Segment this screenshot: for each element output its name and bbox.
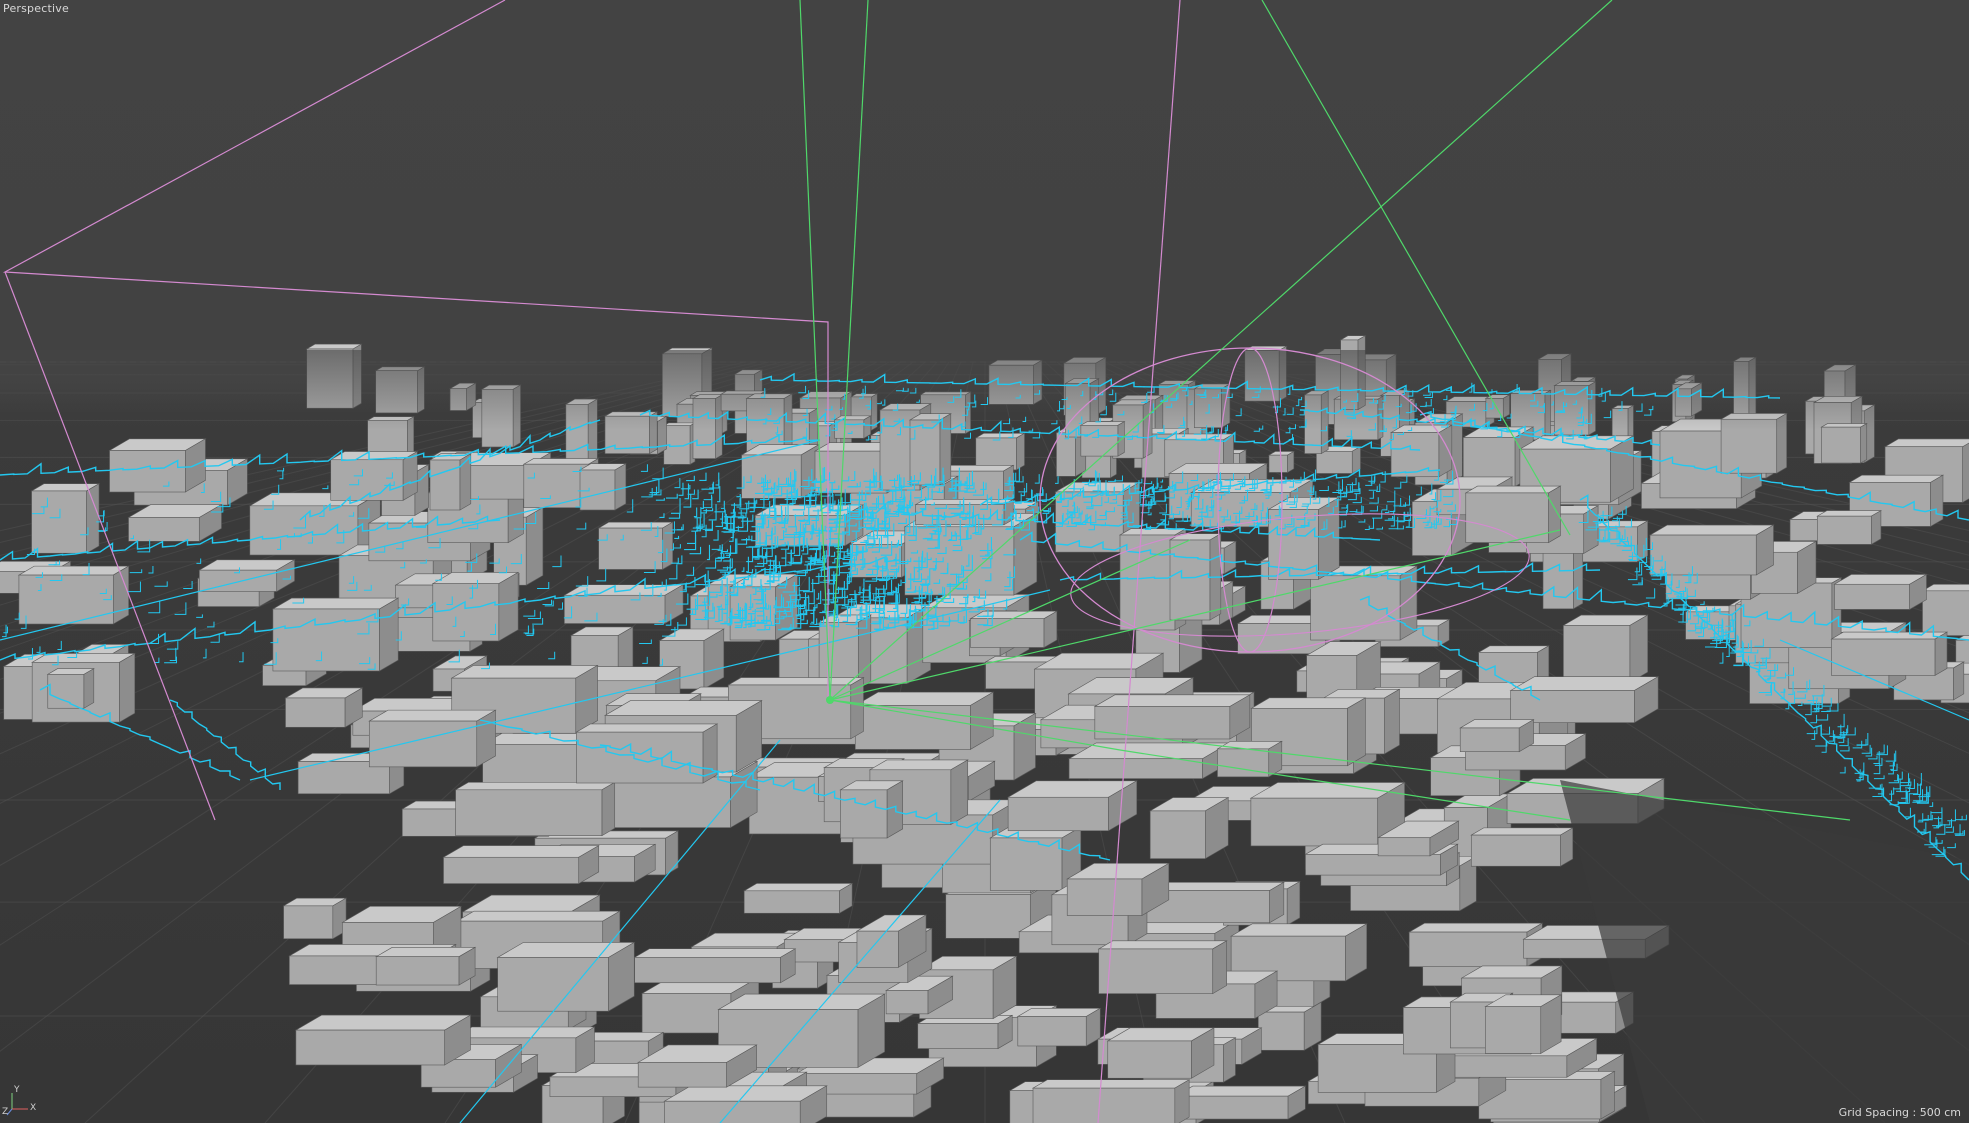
3d-viewport-perspective[interactable]: Perspective Y X Z Grid Spacing : 500 cm <box>0 0 1969 1123</box>
grid-spacing-label: Grid Spacing : <box>1838 1106 1917 1119</box>
axis-z-label: Z <box>2 1107 9 1117</box>
axis-y-label: Y <box>14 1085 20 1095</box>
city-buildings <box>0 335 1969 1123</box>
viewport-title[interactable]: Perspective <box>3 2 69 15</box>
axis-gizmo-icon: Y X Z <box>2 1085 42 1117</box>
axis-x-label: X <box>30 1103 37 1113</box>
scene-canvas[interactable] <box>0 0 1969 1123</box>
grid-spacing-readout: Grid Spacing : 500 cm <box>1839 1106 1961 1119</box>
grid-spacing-value: 500 cm <box>1919 1106 1961 1119</box>
